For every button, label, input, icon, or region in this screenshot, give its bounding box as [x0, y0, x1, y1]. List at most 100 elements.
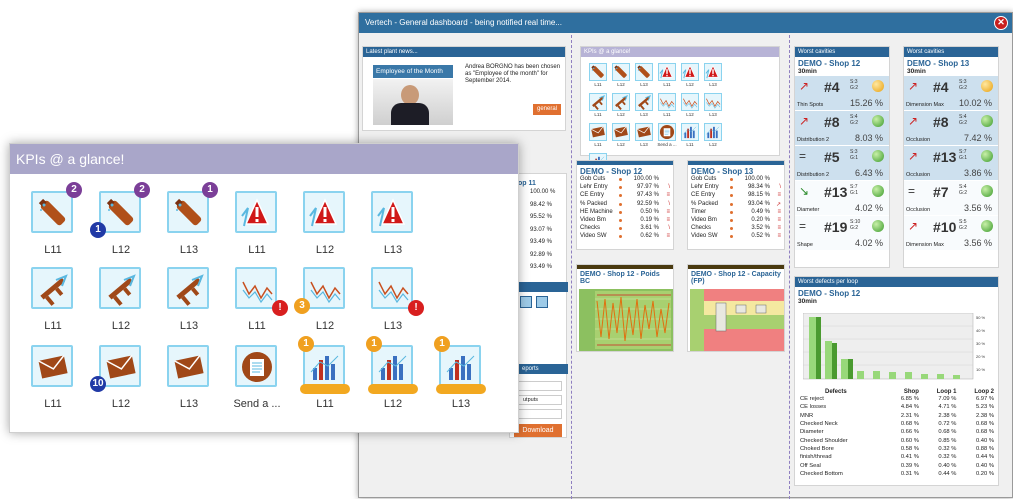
line-chart-icon[interactable] [681, 93, 699, 111]
cavity-row[interactable]: ↗ #10 S:5 G:2 Dimension Max 3.56 % [904, 215, 998, 250]
kpi-tile[interactable]: L13 [164, 264, 214, 332]
kpi-tile-label: L11 [44, 244, 62, 256]
kpi-value: 100.00 % [530, 189, 556, 195]
kpi-row: Video Bm 0.20 % ≡ [688, 217, 784, 225]
close-icon[interactable]: ✕ [994, 16, 1008, 30]
kpi-tile[interactable]: L12 2 1 [90, 182, 150, 256]
trend-arrow-icon: = [799, 219, 807, 233]
cavity-row[interactable]: ↗ #8 S:4 G:2 Distribution 2 8.03 % [795, 110, 889, 145]
bottle-icon[interactable] [612, 63, 630, 81]
defect-name: Checked Neck [800, 421, 838, 428]
kpi-tile[interactable]: L11 1 [298, 336, 350, 410]
svg-text:50 %: 50 % [976, 315, 986, 320]
defect-value: 2.38 % [938, 412, 957, 419]
defect-name: Checked Bottom [800, 470, 843, 477]
warning-icon[interactable] [681, 63, 699, 81]
kpi-tile[interactable]: L13 1 [434, 336, 486, 410]
worst-cav-12-sub: 30min [798, 68, 817, 75]
defects-table: Defects Shop Loop 1 Loop 2 CE reject 6.85… [799, 389, 995, 478]
cavity-row[interactable]: ↗ #4 S:3 G:2 Thin Spots 15.26 % [795, 75, 889, 110]
defect-percent: 4.02 % [854, 203, 883, 213]
status-ball-icon [872, 150, 884, 162]
status-dot [619, 227, 622, 231]
poids-title: DEMO - Shop 12 - Poids BC [580, 271, 660, 285]
defect-value: 0.85 % [938, 437, 957, 444]
kpi-tile-label: L11 [44, 320, 62, 332]
kpi-tile[interactable]: L11! [232, 264, 288, 332]
defects-sub: 30min [798, 298, 817, 305]
kpi-tile[interactable]: L13 [368, 188, 418, 256]
bar-chart-icon[interactable] [704, 123, 722, 141]
defect-value: 4.71 % [938, 404, 957, 411]
kpi-small-label: L11 [594, 112, 602, 117]
send-report-icon[interactable] [658, 123, 676, 141]
defect-label: Dimension Max [906, 102, 944, 108]
cavity-row[interactable]: = #5 S:3 G:1 Distribution 2 6.43 % [795, 145, 889, 180]
cavity-row[interactable]: ↘ #13 S:7 G:1 Diameter 4.02 % [795, 180, 889, 215]
bottle-icon[interactable] [635, 63, 653, 81]
defect-value: 6.97 % [975, 396, 994, 403]
kpi-tile[interactable]: L11 [28, 264, 78, 332]
kpi-value: 93.07 % [530, 226, 553, 233]
bar-chart-icon[interactable] [681, 123, 699, 141]
mail-icon[interactable] [612, 123, 630, 141]
general-button[interactable]: general [532, 104, 561, 115]
status-dot [619, 202, 622, 206]
defect-value: 0.20 % [975, 470, 994, 477]
kpi-tile[interactable]: L11 [232, 188, 282, 256]
kpi-small-label: L11 [663, 82, 671, 87]
cavity-row[interactable]: ↗ #4 S:3 G:2 Dimension Max 10.02 % [904, 75, 998, 110]
kpi-tile[interactable]: L12 [96, 264, 146, 332]
date-field[interactable] [518, 409, 562, 419]
warning-icon[interactable] [658, 63, 676, 81]
kpi-tile-label: L11 [248, 320, 266, 332]
kpi-name: Checks [580, 225, 601, 232]
defect-value: 0.40 % [975, 437, 994, 444]
line-chart-icon[interactable] [658, 93, 676, 111]
cavity-row[interactable]: ↗ #13 S:7 G:1 Occlusion 3.86 % [904, 145, 998, 180]
kpi-value: 98.34 % [747, 184, 770, 191]
kpi-tile[interactable]: L12 [300, 188, 350, 256]
caliper-icon[interactable] [589, 93, 607, 111]
bottle-icon[interactable] [589, 63, 607, 81]
caliper-icon[interactable] [635, 93, 653, 111]
line-chart-icon [371, 267, 413, 309]
kpi-value: 98.15 % [747, 192, 770, 199]
kpi-tile[interactable]: L12 1 [366, 336, 418, 410]
outputs-select[interactable]: utputs [518, 395, 562, 405]
kpi-tile[interactable]: Send a ... [232, 342, 282, 410]
cavity-sg: S:4 G:2 [850, 114, 858, 126]
kpi-row: Timer 0.49 % ≡ [688, 209, 784, 217]
cavity-row[interactable]: ↗ #8 S:4 G:2 Occlusion 7.42 % [904, 110, 998, 145]
kpi-panel-small: KPIs @ a glance! L11 L12 L13 L11 L12 L13 L11 L1… [580, 46, 780, 177]
defect-value: 0.68 % [900, 421, 919, 428]
kpi-row: Checks 3.52 % ≡ [688, 225, 784, 233]
view-icon[interactable] [520, 296, 532, 308]
kpi-tile-label: L12 [111, 320, 131, 332]
cavity-row[interactable]: = #19 S:10 G:2 Shape 4.02 % [795, 215, 889, 250]
mail-icon[interactable] [589, 123, 607, 141]
news-text: Andrea BORGNO has been chosen as "Employ… [465, 64, 561, 84]
kpi-tile-label: L11 [44, 398, 62, 410]
status-dot [730, 186, 733, 190]
status-dot [730, 218, 733, 222]
mail-icon[interactable] [635, 123, 653, 141]
report-select[interactable] [518, 381, 562, 391]
kpi-tile[interactable]: L11 [28, 342, 78, 410]
kpi-tile[interactable]: L13 1 [164, 182, 218, 256]
caliper-icon[interactable] [612, 93, 630, 111]
kpi-tile[interactable]: L13 [164, 342, 214, 410]
defect-label: Occlusion [906, 207, 931, 213]
download-button[interactable]: Download [514, 424, 562, 437]
line-chart-icon[interactable] [704, 93, 722, 111]
warning-icon[interactable] [704, 63, 722, 81]
cavity-row[interactable]: = #7 S:4 G:2 Occlusion 3.56 % [904, 180, 998, 215]
kpi-value: 0.50 % [640, 208, 659, 215]
kpi-tile[interactable]: L12 3 [294, 264, 350, 332]
kpi-tile[interactable]: L13! [368, 264, 424, 332]
view-icon[interactable] [536, 296, 548, 308]
defect-value: 4.84 % [900, 404, 919, 411]
kpi-tile[interactable]: L12 10 [90, 342, 146, 410]
defect-percent: 3.86 % [963, 168, 992, 178]
kpi-tile[interactable]: L11 2 [28, 182, 82, 256]
